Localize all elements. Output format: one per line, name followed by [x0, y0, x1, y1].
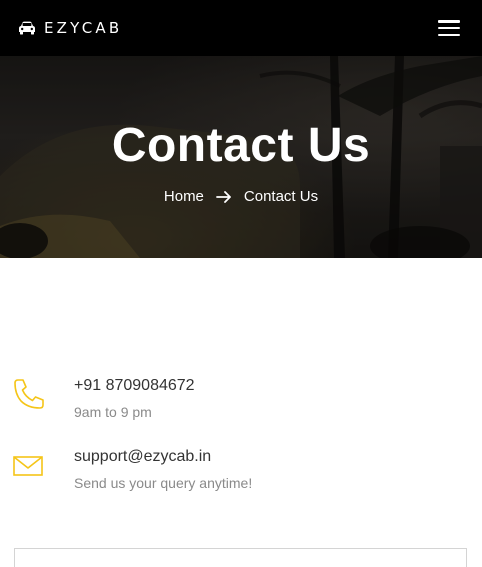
breadcrumb-home-link[interactable]: Home [164, 188, 204, 205]
email-note: Send us your query anytime! [74, 475, 253, 491]
phone-number-link[interactable]: +91 8709084672 [74, 377, 195, 395]
car-icon [19, 21, 35, 35]
hero-banner: Contact Us Home Contact Us [0, 56, 482, 258]
phone-icon [14, 379, 44, 409]
arrow-right-icon [216, 190, 231, 203]
navbar: EZYCAB [0, 0, 482, 56]
breadcrumb: Home Contact Us [0, 188, 482, 205]
breadcrumb-current: Contact Us [243, 188, 319, 205]
page-title: Contact Us [111, 119, 371, 172]
brand-name: EZYCAB [44, 19, 123, 37]
contact-email: support@ezycab.in Send us your query any… [12, 448, 462, 508]
email-link[interactable]: support@ezycab.in [74, 448, 211, 466]
mail-icon [13, 456, 43, 476]
contact-form-field[interactable] [14, 548, 467, 567]
hamburger-menu-icon[interactable] [438, 19, 460, 37]
phone-hours: 9am to 9 pm [74, 404, 152, 420]
brand-logo[interactable]: EZYCAB [18, 19, 122, 37]
contact-phone: +91 8709084672 9am to 9 pm [12, 377, 462, 437]
